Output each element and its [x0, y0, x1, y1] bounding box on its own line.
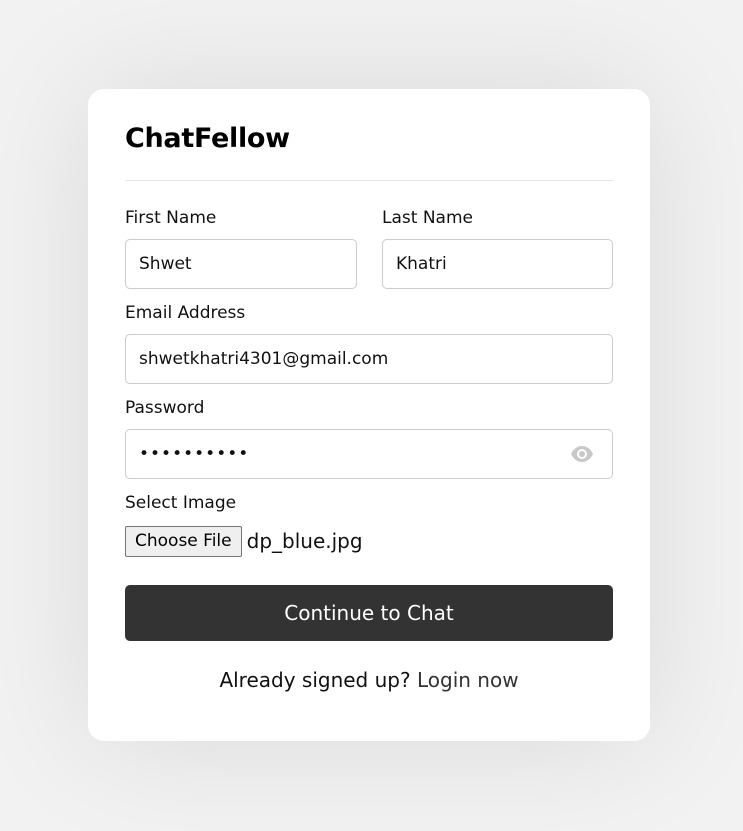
password-input[interactable] — [125, 429, 613, 479]
email-label: Email Address — [125, 303, 246, 323]
file-input: Choose File dp_blue.jpg — [125, 525, 363, 557]
app-title: ChatFellow — [125, 123, 290, 154]
first-name-input[interactable] — [125, 239, 357, 289]
eye-icon[interactable] — [570, 444, 594, 464]
password-label: Password — [125, 398, 205, 418]
file-name: dp_blue.jpg — [246, 529, 363, 553]
header-divider — [125, 180, 613, 181]
choose-file-button[interactable]: Choose File — [125, 525, 242, 557]
signup-card: ChatFellow First Name Last Name Email Ad… — [88, 89, 650, 741]
login-link[interactable]: Login now — [417, 668, 519, 692]
last-name-label: Last Name — [382, 208, 473, 228]
email-input[interactable] — [125, 334, 613, 384]
image-label: Select Image — [125, 493, 237, 513]
continue-button[interactable]: Continue to Chat — [125, 585, 613, 641]
login-prompt: Already signed up? Login now — [125, 668, 613, 692]
first-name-label: First Name — [125, 208, 217, 228]
last-name-input[interactable] — [382, 239, 613, 289]
login-prompt-text: Already signed up? — [219, 668, 417, 692]
